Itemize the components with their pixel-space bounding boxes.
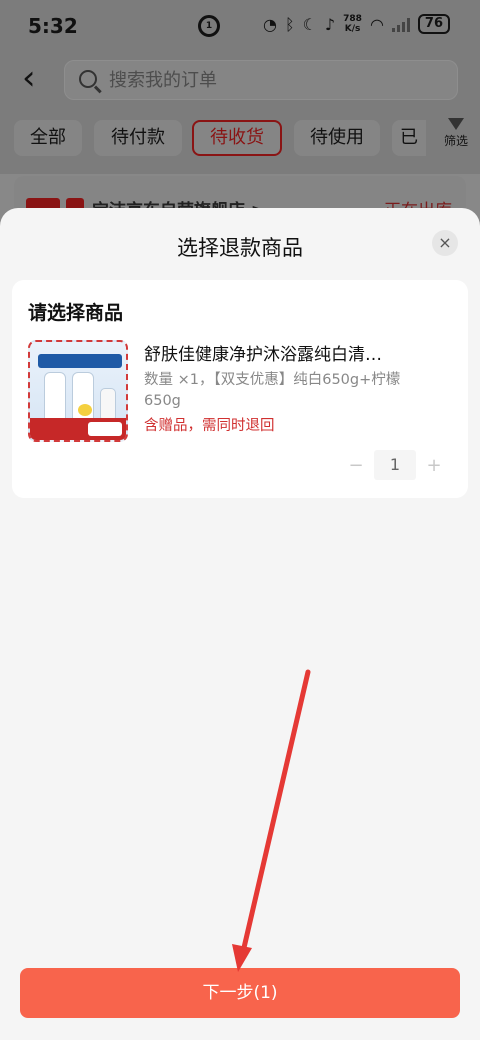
annotation-arrow-icon bbox=[232, 669, 311, 972]
